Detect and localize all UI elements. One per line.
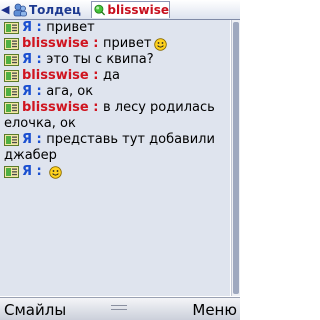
nick-separator: : [32,20,47,35]
sender-nick: Я [22,52,33,67]
tab-toldets[interactable]: Толдец [12,1,91,18]
tab-label: Толдец [29,2,81,17]
message-status-icon [4,54,19,66]
message-header: Я : [4,164,230,180]
message-item: blisswise : в лесу родилась елочка, ок [0,100,230,132]
nick-separator: : [32,132,47,147]
message-status-icon [4,38,19,50]
chat-screen: ◀ Толдец blisswise Я : привет blisswise :… [0,0,240,320]
message-header: Я : представь тут добавили [4,132,230,148]
message-item: Я : привет [0,20,230,36]
message-item: Я : это ты с квипа? [0,52,230,68]
message-text: ага, ок [46,84,94,99]
message-text-continuation: елочка, ок [4,116,76,131]
menu-softkey[interactable]: Меню [192,300,237,320]
smiley-icon [49,165,63,179]
nick-separator: : [88,68,103,83]
message-text: привет [102,36,152,51]
message-header: blisswise : в лесу родилась [4,100,230,116]
online-status-icon [94,4,106,16]
tab-label: blisswise [107,3,169,17]
nick-separator: : [88,100,103,115]
message-item: Я : [0,164,230,180]
sender-nick: Я [22,20,33,35]
nick-separator: : [32,164,47,179]
message-text: представь тут добавили [46,132,215,147]
tab-blisswise[interactable]: blisswise [91,1,170,18]
message-item: blisswise : да [0,68,230,84]
message-item: Я : представь тут добавили джабер [0,132,230,164]
softkey-bar: Смайлы Меню [0,297,240,320]
message-header: blisswise : привет [4,36,230,52]
message-header: blisswise : да [4,68,230,84]
message-header: Я : привет [4,20,230,36]
sender-nick: blisswise [22,68,89,83]
message-status-icon [4,134,19,146]
tab-scroll-left-icon[interactable]: ◀ [1,3,11,16]
sender-nick: Я [22,84,33,99]
nick-separator: : [32,84,47,99]
message-item: Я : ага, ок [0,84,230,100]
menu-grip-icon [111,305,127,314]
message-text-continuation: джабер [4,148,57,163]
message-status-icon [4,86,19,98]
scrollbar[interactable] [231,20,240,296]
message-item: blisswise : привет [0,36,230,52]
smiley-icon [154,37,168,51]
message-header: Я : это ты с квипа? [4,52,230,68]
message-status-icon [4,166,19,178]
tab-bar: ◀ Толдец blisswise [0,0,240,20]
message-status-icon [4,70,19,82]
sender-nick: Я [22,164,33,179]
message-history[interactable]: Я : привет blisswise : привет Я : это ты с… [0,20,230,296]
nick-separator: : [88,36,103,51]
message-status-icon [4,22,19,34]
message-status-icon [4,102,19,114]
contact-icon [13,3,27,16]
scrollbar-thumb[interactable] [233,22,239,294]
nick-separator: : [32,52,47,67]
message-text: в лесу родилась [102,100,215,115]
message-header: Я : ага, ок [4,84,230,100]
message-text: да [102,68,120,83]
sender-nick: blisswise [22,36,89,51]
smileys-softkey[interactable]: Смайлы [4,300,66,320]
sender-nick: Я [22,132,33,147]
message-text: привет [46,20,95,35]
message-text: это ты с квипа? [46,52,154,67]
sender-nick: blisswise [22,100,89,115]
